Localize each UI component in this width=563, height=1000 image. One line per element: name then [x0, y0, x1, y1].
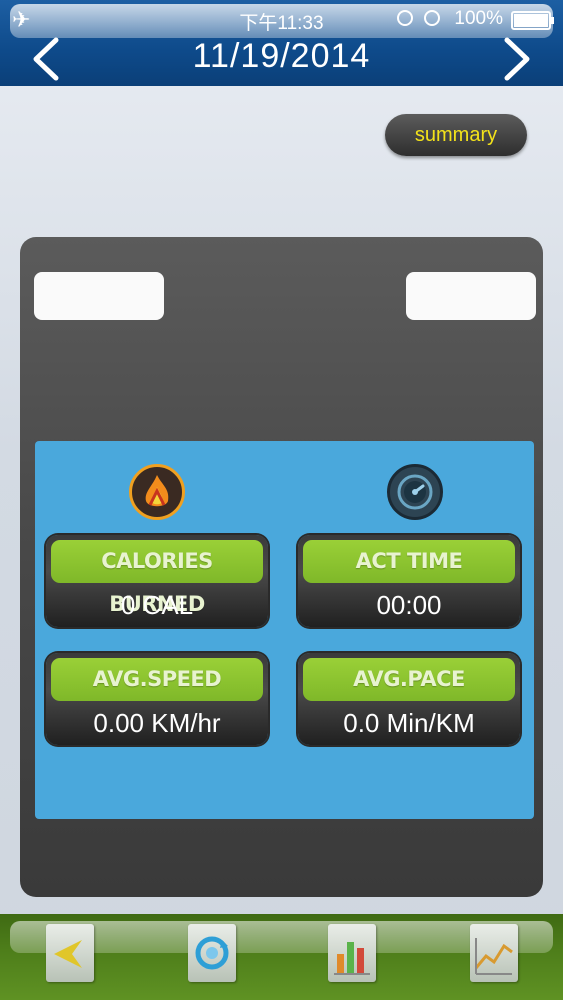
avg-pace-value: 0.0 Min/KM — [343, 708, 475, 738]
calories-card: CALORIES BURNED 0 CAL — [46, 535, 268, 627]
right-info-box — [406, 272, 536, 320]
back-button[interactable] — [46, 924, 94, 982]
battery-icon — [511, 11, 554, 30]
activity-panel: CALORIES BURNED 0 CAL ACT TIME 00:00 AVG… — [20, 237, 543, 897]
header: ✈ 下午11:33 100% 11/19/2014 — [0, 0, 563, 86]
act-time-value: 00:00 — [376, 590, 442, 620]
flame-icon — [129, 464, 185, 520]
left-info-box — [34, 272, 164, 320]
avg-speed-value: 0.00 KM/hr — [93, 708, 221, 738]
line-chart-button[interactable] — [470, 924, 518, 982]
date-title: 11/19/2014 — [192, 37, 371, 75]
calories-label: CALORIES BURNED — [51, 540, 263, 616]
next-day-button[interactable] — [501, 36, 533, 82]
alarm-icon — [424, 10, 440, 26]
avg-pace-label: AVG.PACE — [303, 658, 515, 701]
act-time-card: ACT TIME 00:00 — [298, 535, 520, 627]
bar-chart-button[interactable] — [328, 924, 376, 982]
bar-chart-icon — [334, 942, 370, 975]
sync-button[interactable] — [188, 924, 236, 982]
avg-speed-label: AVG.SPEED — [51, 658, 263, 701]
line-chart-icon — [474, 938, 513, 975]
battery-percent: 100% — [454, 8, 503, 29]
calories-value: 0 CAL — [120, 590, 194, 620]
bottom-toolbar — [0, 914, 563, 1000]
back-arrow-icon — [54, 940, 82, 968]
summary-button[interactable]: summary — [385, 114, 527, 156]
sync-icon — [195, 936, 229, 970]
act-time-label: ACT TIME — [303, 540, 515, 583]
avg-speed-card: AVG.SPEED 0.00 KM/hr — [46, 653, 268, 745]
avg-pace-card: AVG.PACE 0.0 Min/KM — [298, 653, 520, 745]
stats-area: CALORIES BURNED 0 CAL ACT TIME 00:00 AVG… — [35, 441, 534, 819]
chevron-right-icon — [504, 37, 530, 81]
lock-icon — [397, 10, 413, 26]
gauge-icon — [387, 464, 443, 520]
